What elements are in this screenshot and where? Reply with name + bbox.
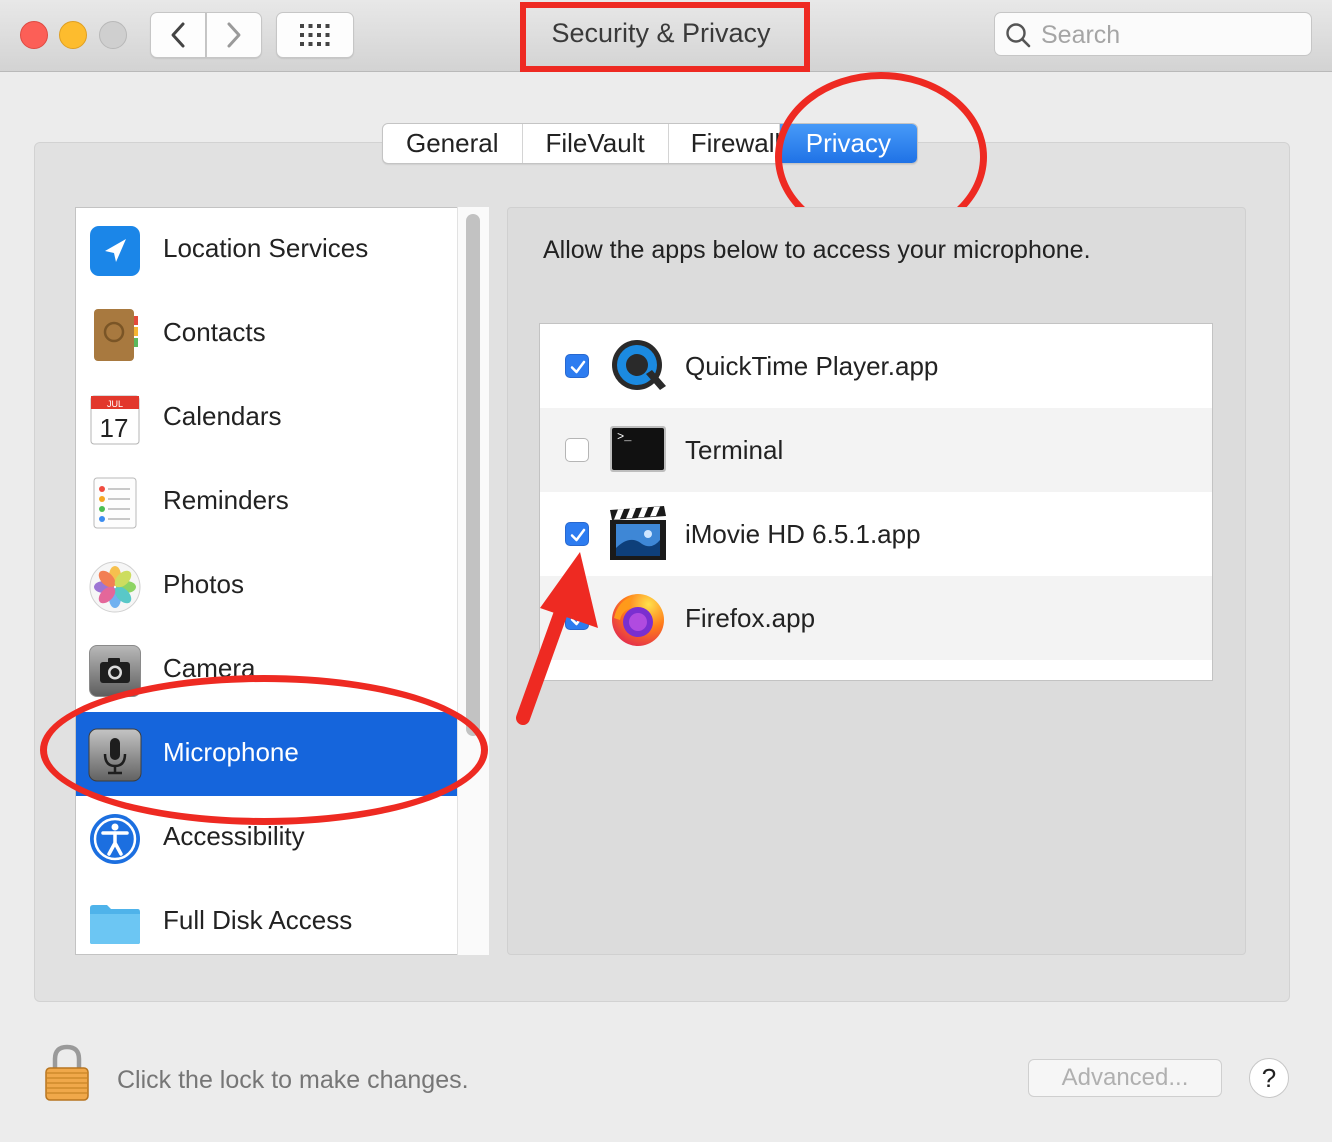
reminders-list-icon — [93, 477, 137, 529]
quicktime-icon — [612, 340, 666, 390]
tab-firewall[interactable]: Firewall — [669, 124, 780, 163]
app-checkbox[interactable] — [565, 438, 589, 462]
sidebar-item-label: Accessibility — [163, 821, 305, 851]
checkmark-icon — [570, 360, 586, 374]
sidebar-item-label: Location Services — [163, 233, 369, 263]
terminal-icon: >_ — [610, 426, 666, 472]
svg-text:JUL: JUL — [107, 399, 123, 409]
app-row-quicktime[interactable]: QuickTime Player.app — [540, 324, 1212, 408]
sidebar-item-label: Photos — [163, 569, 244, 599]
sidebar-item-label: Full Disk Access — [163, 905, 353, 935]
back-button[interactable] — [150, 12, 206, 58]
tab-filevault[interactable]: FileVault — [523, 124, 669, 163]
forward-button[interactable] — [206, 12, 262, 58]
app-name: iMovie HD 6.5.1.app — [685, 519, 921, 549]
folder-icon — [90, 905, 140, 944]
accessibility-icon — [90, 814, 140, 864]
permission-description: Allow the apps below to access your micr… — [543, 236, 1091, 264]
sidebar-item-label: Calendars — [163, 401, 282, 431]
app-checkbox[interactable] — [565, 354, 589, 378]
location-arrow-icon — [90, 226, 140, 276]
svg-text:17: 17 — [100, 413, 129, 443]
chevron-right-icon — [227, 22, 241, 48]
photos-flower-icon — [89, 561, 141, 613]
privacy-category-list[interactable]: Location Services Contacts JUL 17 Calend… — [75, 207, 489, 955]
sidebar-item-label: Reminders — [163, 485, 289, 515]
sidebar-item-label: Contacts — [163, 317, 266, 347]
help-button[interactable]: ? — [1249, 1058, 1289, 1098]
show-all-button[interactable] — [276, 12, 354, 58]
annotation-arrow — [516, 552, 598, 725]
lock-icon[interactable] — [42, 1043, 92, 1103]
grid-icon — [300, 24, 330, 46]
sidebar-scrollbar-thumb[interactable] — [466, 214, 480, 736]
app-name: Terminal — [685, 435, 784, 465]
minimize-window-button[interactable] — [59, 21, 87, 49]
app-name: QuickTime Player.app — [685, 351, 939, 381]
app-row-firefox[interactable]: Firefox.app — [540, 576, 1212, 660]
app-row-terminal[interactable]: >_ Terminal — [540, 408, 1212, 492]
sidebar-item-contacts[interactable]: Contacts — [76, 292, 458, 376]
svg-text:>_: >_ — [617, 430, 632, 444]
imovie-icon — [610, 506, 666, 560]
search-input[interactable] — [1039, 19, 1303, 51]
sidebar-item-calendars[interactable]: JUL 17 Calendars — [76, 376, 458, 460]
app-row-imovie[interactable]: iMovie HD 6.5.1.app — [540, 492, 1212, 576]
contacts-book-icon — [94, 309, 138, 361]
chevron-left-icon — [171, 22, 185, 48]
annotation-circle-microphone — [40, 675, 488, 825]
app-permission-list[interactable]: QuickTime Player.app >_ Terminal iMovie … — [539, 323, 1213, 681]
close-window-button[interactable] — [20, 21, 48, 49]
sidebar-item-location-services[interactable]: Location Services — [76, 208, 458, 292]
zoom-window-button[interactable] — [99, 21, 127, 49]
annotation-title-highlight — [520, 2, 810, 72]
calendar-icon: JUL 17 — [90, 395, 140, 445]
tab-general[interactable]: General — [383, 124, 523, 163]
app-name: Firefox.app — [685, 603, 816, 633]
sidebar-item-photos[interactable]: Photos — [76, 544, 458, 628]
sidebar-item-full-disk-access[interactable]: Full Disk Access — [76, 880, 458, 954]
firefox-icon — [612, 594, 664, 646]
sidebar-item-reminders[interactable]: Reminders — [76, 460, 458, 544]
lock-status-text[interactable]: Click the lock to make changes. — [117, 1066, 469, 1095]
advanced-button[interactable]: Advanced... — [1028, 1059, 1222, 1097]
search-field[interactable] — [994, 12, 1312, 56]
search-icon — [1006, 23, 1031, 48]
